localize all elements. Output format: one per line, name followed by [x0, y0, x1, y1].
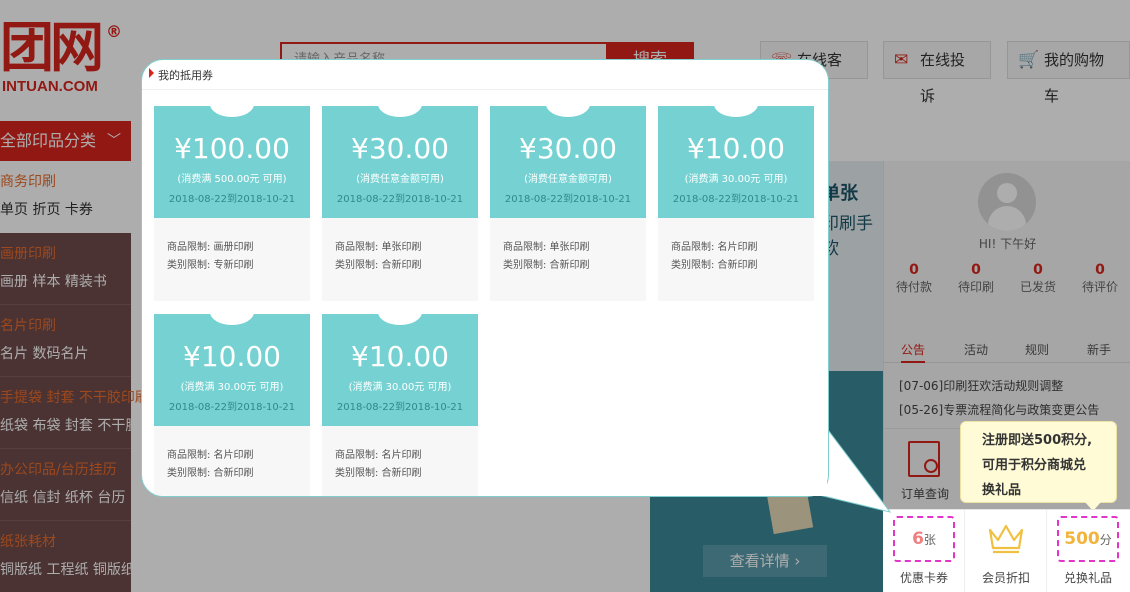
coupon-product-limit: 商品限制: 名片印刷	[167, 450, 254, 461]
coupon-scalloped-edge	[490, 214, 646, 218]
popup-pointer-seam	[797, 470, 827, 496]
coupon-category-limit: 类别限制: 专新印刷	[167, 260, 254, 271]
coupon-notch	[714, 106, 758, 117]
coupon-product-limit: 商品限制: 单张印刷	[335, 242, 422, 253]
coupon-validity: 2018-08-22到2018-10-21	[336, 194, 464, 205]
popup-header: 我的抵用券	[142, 60, 828, 90]
coupon-face: ¥30.00 (消费任意金额可用) 2018-08-22到2018-10-21	[322, 106, 478, 218]
coupon-product-limit: 商品限制: 名片印刷	[335, 450, 422, 461]
coupon-category-limit: 类别限制: 合新印刷	[167, 468, 254, 479]
coupon-condition: (消费满 500.00元 可用)	[177, 174, 287, 185]
coupon-validity: 2018-08-22到2018-10-21	[672, 194, 800, 205]
coupon-condition: (消费满 30.00元 可用)	[180, 382, 284, 393]
coupon-category-limit: 类别限制: 合新印刷	[671, 260, 758, 271]
coupon-face: ¥10.00 (消费满 30.00元 可用) 2018-08-22到2018-10-…	[322, 314, 478, 426]
coupon-category-limit: 类别限制: 合新印刷	[503, 260, 590, 271]
coupon-face: ¥10.00 (消费满 30.00元 可用) 2018-08-22到2018-10-…	[658, 106, 814, 218]
coupon-card[interactable]: ¥10.00 (消费满 30.00元 可用) 2018-08-22到2018-10-…	[658, 106, 814, 301]
coupon-face: ¥100.00 (消费满 500.00元 可用) 2018-08-22到2018-1…	[154, 106, 310, 218]
coupon-amount: ¥10.00	[687, 132, 785, 165]
coupon-scalloped-edge	[154, 422, 310, 426]
coupon-category-limit: 类别限制: 合新印刷	[335, 468, 422, 479]
coupon-notch	[378, 314, 422, 325]
coupon-condition: (消费任意金额可用)	[524, 174, 612, 185]
coupon-card[interactable]: ¥100.00 (消费满 500.00元 可用) 2018-08-22到2018-1…	[154, 106, 310, 301]
coupon-notch	[546, 106, 590, 117]
coupon-condition: (消费满 30.00元 可用)	[684, 174, 788, 185]
coupon-face: ¥30.00 (消费任意金额可用) 2018-08-22到2018-10-21	[490, 106, 646, 218]
coupon-validity: 2018-08-22到2018-10-21	[168, 402, 296, 413]
coupon-category-limit: 类别限制: 合新印刷	[335, 260, 422, 271]
popup-title: 我的抵用券	[158, 69, 213, 82]
coupon-product-limit: 商品限制: 单张印刷	[503, 242, 590, 253]
coupon-scalloped-edge	[154, 214, 310, 218]
coupon-condition: (消费任意金额可用)	[356, 174, 444, 185]
coupon-amount: ¥10.00	[183, 340, 281, 373]
coupon-face: ¥10.00 (消费满 30.00元 可用) 2018-08-22到2018-10-…	[154, 314, 310, 426]
coupon-condition: (消费满 30.00元 可用)	[348, 382, 452, 393]
coupon-validity: 2018-08-22到2018-10-21	[504, 194, 632, 205]
coupon-card[interactable]: ¥30.00 (消费任意金额可用) 2018-08-22到2018-10-21 商品限…	[322, 106, 478, 301]
coupon-amount: ¥100.00	[174, 132, 290, 165]
coupon-notch	[210, 314, 254, 325]
coupon-product-limit: 商品限制: 画册印刷	[167, 242, 254, 253]
coupon-scalloped-edge	[322, 422, 478, 426]
coupon-notch	[210, 106, 254, 117]
coupon-validity: 2018-08-22到2018-10-21	[168, 194, 296, 205]
coupon-amount: ¥30.00	[351, 132, 449, 165]
coupon-validity: 2018-08-22到2018-10-21	[336, 402, 464, 413]
coupon-card[interactable]: ¥10.00 (消费满 30.00元 可用) 2018-08-22到2018-10-…	[322, 314, 478, 496]
coupon-notch	[378, 106, 422, 117]
my-coupons-popup: 我的抵用券 ¥100.00 (消费满 500.00元 可用) 2018-08-22到…	[141, 59, 829, 497]
coupon-amount: ¥10.00	[351, 340, 449, 373]
coupon-scalloped-edge	[658, 214, 814, 218]
coupon-scalloped-edge	[322, 214, 478, 218]
coupon-product-limit: 商品限制: 名片印刷	[671, 242, 758, 253]
coupon-card[interactable]: ¥10.00 (消费满 30.00元 可用) 2018-08-22到2018-10-…	[154, 314, 310, 496]
coupon-card[interactable]: ¥30.00 (消费任意金额可用) 2018-08-22到2018-10-21 商品限…	[490, 106, 646, 301]
coupon-amount: ¥30.00	[519, 132, 617, 165]
caret-right-icon	[149, 68, 154, 78]
